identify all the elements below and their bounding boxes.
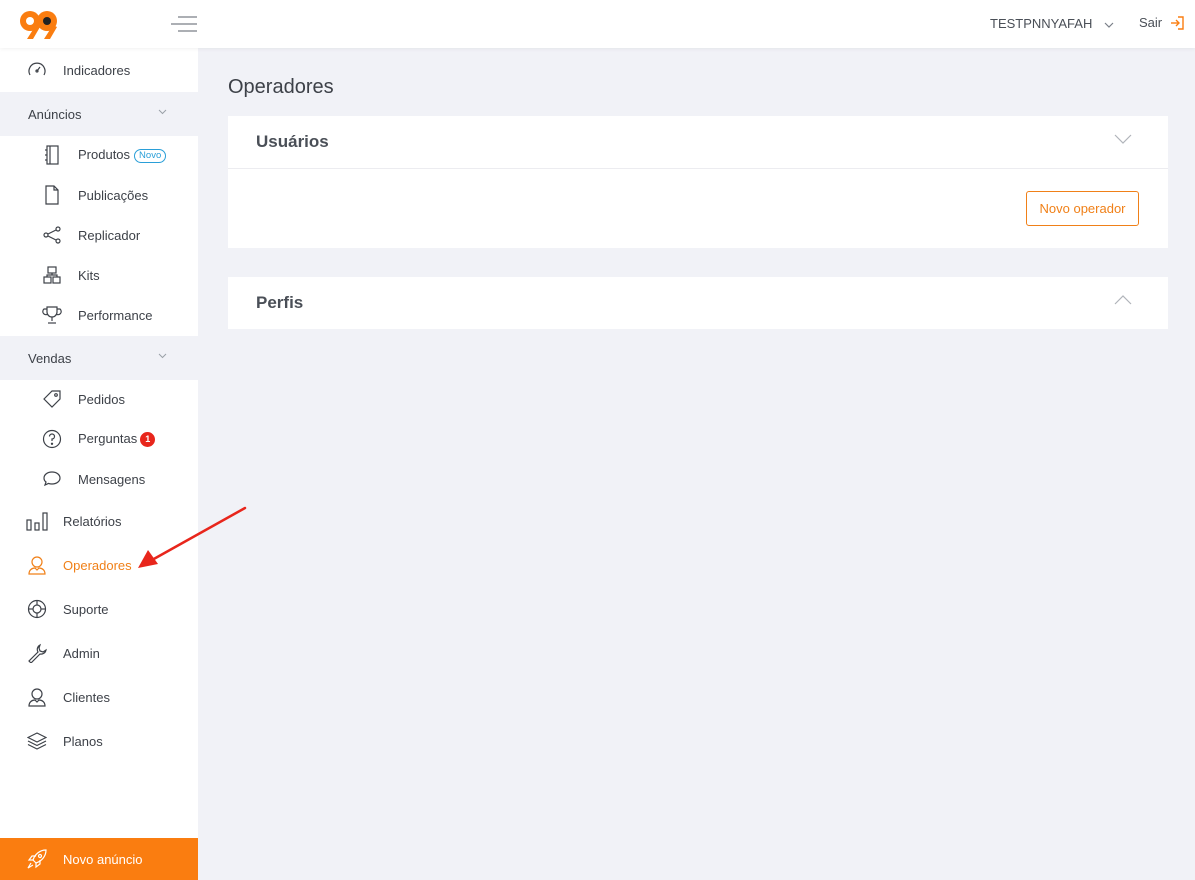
card-title: Usuários xyxy=(256,132,329,151)
sidebar-item-operadores[interactable]: Operadores xyxy=(0,545,198,585)
sidebar-item-label: Performance xyxy=(78,307,153,323)
speedometer-icon xyxy=(26,59,48,81)
sidebar-item-label: Publicações xyxy=(78,187,149,203)
perfis-card-header[interactable]: Perfis xyxy=(228,277,1168,329)
sidebar-item-label: Suporte xyxy=(63,601,109,617)
user-icon xyxy=(26,686,48,708)
logout-label: Sair xyxy=(1139,15,1163,30)
chevron-down-icon[interactable] xyxy=(1114,134,1132,144)
rocket-icon xyxy=(26,848,48,873)
share-icon xyxy=(41,224,63,246)
sidebar-item-label: Produtos xyxy=(78,147,131,162)
layers-icon xyxy=(26,730,48,752)
usuarios-card: Usuários Novo operador xyxy=(228,116,1168,248)
card-title: Perfis xyxy=(256,293,304,312)
user-icon xyxy=(26,554,48,576)
sidebar-item-clientes[interactable]: Clientes xyxy=(0,677,198,717)
sidebar-section-anuncios[interactable]: Anúncios xyxy=(0,92,198,136)
section-label: Anúncios xyxy=(28,106,82,122)
notebook-icon xyxy=(41,144,63,166)
new-ad-label: Novo anúncio xyxy=(63,851,143,867)
sidebar: Indicadores Anúncios Produtos Novo Public… xyxy=(0,48,198,880)
user-menu[interactable]: TESTPNNYAFAH xyxy=(990,16,1114,31)
sidebar-item-indicadores[interactable]: Indicadores xyxy=(0,50,198,90)
sidebar-item-publicacoes[interactable]: Publicações xyxy=(0,175,198,215)
sidebar-item-label: Indicadores xyxy=(63,62,131,78)
chevron-down-icon xyxy=(158,353,167,359)
user-name: TESTPNNYAFAH xyxy=(990,16,1093,31)
sidebar-item-produtos[interactable]: Produtos Novo xyxy=(0,135,198,175)
sidebar-item-label: Pedidos xyxy=(78,391,125,407)
chat-icon xyxy=(41,468,63,490)
sidebar-item-suporte[interactable]: Suporte xyxy=(0,589,198,629)
sidebar-item-kits[interactable]: Kits xyxy=(0,255,198,295)
sidebar-item-label: Relatórios xyxy=(63,513,122,529)
sidebar-item-label: Planos xyxy=(63,733,103,749)
count-badge: 1 xyxy=(140,432,156,447)
logout-button[interactable]: Sair xyxy=(1139,15,1184,30)
sidebar-item-replicador[interactable]: Replicador xyxy=(0,215,198,255)
sidebar-item-label: Operadores xyxy=(63,557,132,573)
sidebar-item-label: Clientes xyxy=(63,689,110,705)
lifebuoy-icon xyxy=(26,598,48,620)
sidebar-item-admin[interactable]: Admin xyxy=(0,633,198,673)
new-badge: Novo xyxy=(134,149,167,163)
perfis-card: Perfis xyxy=(228,277,1168,329)
sidebar-item-pedidos[interactable]: Pedidos xyxy=(0,379,198,419)
document-icon xyxy=(41,184,63,206)
chevron-down-icon xyxy=(158,109,167,115)
sidebar-item-label: Replicador xyxy=(78,227,141,243)
sidebar-item-performance[interactable]: Performance xyxy=(0,295,198,335)
sidebar-item-label: Mensagens xyxy=(78,471,146,487)
sidebar-item-label: Kits xyxy=(78,267,100,283)
sidebar-item-mensagens[interactable]: Mensagens xyxy=(0,459,198,499)
new-operator-button[interactable]: Novo operador xyxy=(1026,191,1139,226)
blocks-icon xyxy=(41,264,63,286)
app-logo[interactable] xyxy=(18,9,60,41)
wrench-icon xyxy=(26,642,48,664)
hamburger-icon[interactable] xyxy=(170,14,198,34)
sidebar-item-perguntas[interactable]: Perguntas 1 xyxy=(0,419,198,459)
chevron-down-icon xyxy=(1104,22,1114,28)
section-label: Vendas xyxy=(28,350,72,366)
tag-icon xyxy=(41,388,63,410)
top-bar: TESTPNNYAFAH Sair xyxy=(0,0,1195,48)
bar-chart-icon xyxy=(26,510,48,532)
page-title: Operadores xyxy=(228,76,334,98)
sidebar-item-relatorios[interactable]: Relatórios xyxy=(0,501,198,541)
new-ad-button[interactable]: Novo anúncio xyxy=(0,838,198,880)
trophy-icon xyxy=(41,304,63,326)
question-icon xyxy=(41,428,63,450)
sidebar-item-planos[interactable]: Planos xyxy=(0,721,198,761)
logout-icon xyxy=(1171,15,1184,30)
sidebar-item-label: Perguntas xyxy=(78,431,138,446)
usuarios-card-body: Novo operador xyxy=(228,168,1168,248)
sidebar-item-label: Admin xyxy=(63,645,100,661)
sidebar-section-vendas[interactable]: Vendas xyxy=(0,336,198,380)
usuarios-card-header[interactable]: Usuários xyxy=(228,116,1168,168)
chevron-up-icon[interactable] xyxy=(1114,295,1132,305)
